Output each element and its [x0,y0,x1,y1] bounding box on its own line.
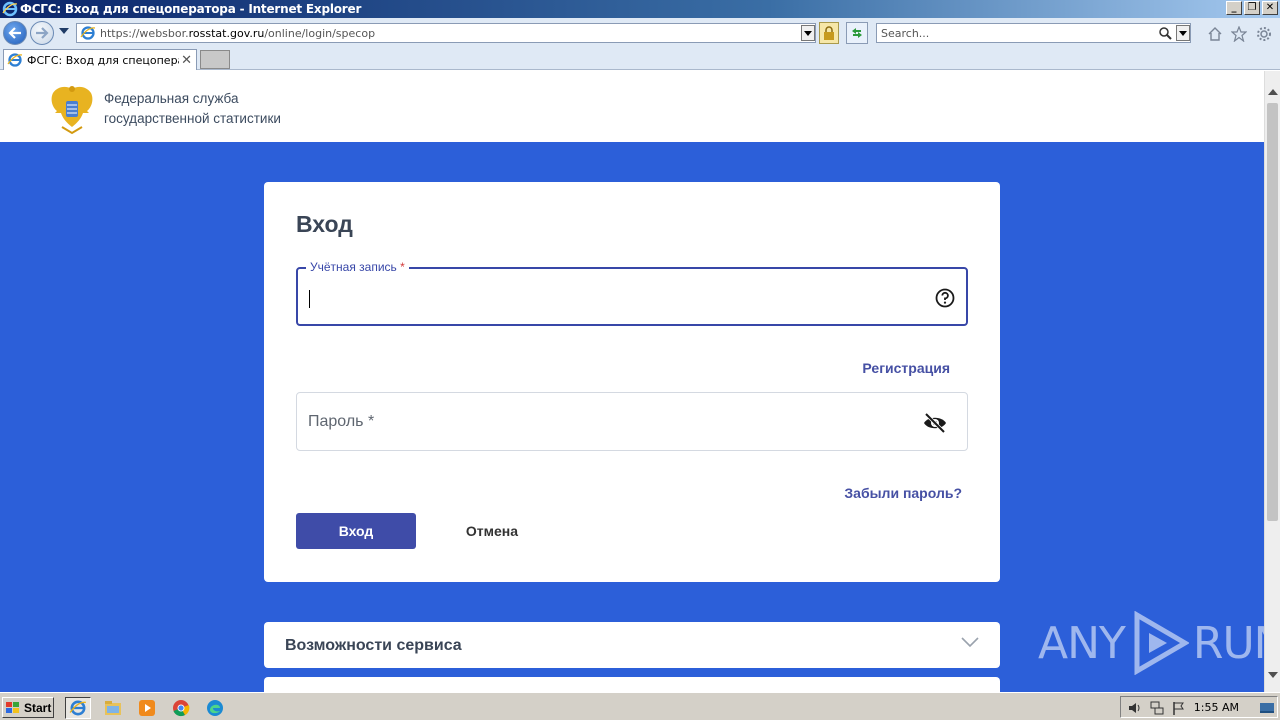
close-tab-icon[interactable]: ✕ [181,52,192,68]
lock-icon [824,26,834,40]
site-header: Федеральная служба государственной стати… [0,71,1264,142]
login-button[interactable]: Вход [296,513,416,549]
ie-icon [2,1,18,17]
star-icon [1231,26,1247,42]
watermark-right: RUN [1192,617,1264,669]
start-label: Start [24,700,52,715]
account-field[interactable]: Учётная запись * [296,260,968,326]
page-scrollbar[interactable] [1264,71,1280,692]
org-name-line1: Федеральная служба [104,91,239,106]
anyrun-watermark: ANY RUN [1038,611,1264,675]
history-dropdown[interactable] [59,28,69,34]
scroll-up-arrow[interactable] [1268,89,1278,95]
minimize-button[interactable]: _ [1226,1,1242,15]
password-field[interactable]: Пароль * [296,392,968,451]
tab-title: ФСГС: Вход для спецопера... [27,53,179,67]
restore-button[interactable]: ❐ [1244,1,1260,15]
gear-icon [1257,27,1271,41]
address-url[interactable]: https://websbor.rosstat.gov.ru/online/lo… [100,27,375,40]
address-dropdown-button[interactable] [801,25,815,41]
windows-taskbar: Start 1:55 AM [0,692,1280,720]
tools-button[interactable] [1255,25,1273,43]
address-bar[interactable]: https://websbor.rosstat.gov.ru/online/lo… [76,23,816,43]
account-label: Учётная запись * [306,260,409,274]
back-button[interactable] [3,21,27,45]
window-title: ФСГС: Вход для спецоператора - Internet … [20,2,362,16]
system-tray: 1:55 AM [1120,696,1278,718]
eye-off-icon[interactable] [923,413,947,433]
search-icon[interactable] [1158,26,1172,40]
back-arrow-icon [8,27,21,39]
taskbar-ie[interactable] [65,697,91,719]
flag-icon[interactable] [1171,700,1187,716]
service-features-accordion[interactable]: Возможности сервиса [264,622,1000,668]
security-lock-button[interactable] [819,22,839,44]
taskbar-chrome[interactable] [168,697,194,719]
page-title: Вход [296,211,353,237]
taskbar-explorer[interactable] [100,697,126,719]
windows-logo-icon [6,701,19,713]
taskbar-edge[interactable] [202,697,228,719]
rosstat-emblem-logo[interactable] [47,83,97,135]
taskbar-media-player[interactable] [134,697,160,719]
explorer-icon [105,701,121,715]
tab-active[interactable]: ФСГС: Вход для спецопера... ✕ [3,49,197,70]
org-name-line2: государственной статистики [104,111,281,126]
start-button[interactable]: Start [2,697,54,718]
text-caret [309,290,310,308]
chevron-down-icon[interactable] [960,636,980,648]
chrome-icon [173,700,190,717]
search-box[interactable] [876,23,1191,43]
password-placeholder: Пароль * [308,413,375,430]
ie-icon [69,700,86,716]
tab-bar: ФСГС: Вход для спецопера... ✕ [0,48,1280,70]
search-input[interactable] [881,26,1151,40]
window-titlebar: ФСГС: Вход для спецоператора - Internet … [0,0,1280,18]
show-desktop-icon[interactable] [1259,700,1275,716]
forward-button[interactable] [30,21,54,45]
media-player-icon [139,700,155,716]
page-viewport: Федеральная служба государственной стати… [0,71,1264,692]
ie-icon [80,26,96,40]
home-button[interactable] [1206,25,1224,43]
scroll-down-arrow[interactable] [1268,672,1278,678]
close-window-button[interactable]: ✕ [1262,1,1278,15]
ie-icon [7,53,23,67]
login-card: Вход Учётная запись * Регистрация Пароль… [264,182,1000,582]
help-icon[interactable] [935,288,955,308]
home-icon [1208,27,1222,41]
favorites-button[interactable] [1230,25,1248,43]
network-icon[interactable] [1149,700,1165,716]
edge-icon [207,700,223,716]
new-tab-button[interactable] [200,50,230,69]
navigation-bar: https://websbor.rosstat.gov.ru/online/lo… [0,18,1280,48]
watermark-left: ANY [1038,617,1126,669]
forward-arrow-icon [36,27,49,39]
organization-name: Федеральная служба государственной стати… [104,89,281,129]
cancel-button[interactable]: Отмена [448,513,536,549]
register-link[interactable]: Регистрация [862,360,950,376]
forgot-password-link[interactable]: Забыли пароль? [844,485,962,501]
refresh-button[interactable] [846,22,868,44]
play-logo-icon [1134,611,1189,675]
accordion-title: Возможности сервиса [285,637,462,654]
refresh-icon [852,28,862,38]
scroll-thumb[interactable] [1267,103,1278,521]
accordion-next-item[interactable] [264,677,1000,692]
search-dropdown-button[interactable] [1176,25,1190,41]
speaker-icon[interactable] [1127,700,1143,716]
clock: 1:55 AM [1193,701,1239,714]
